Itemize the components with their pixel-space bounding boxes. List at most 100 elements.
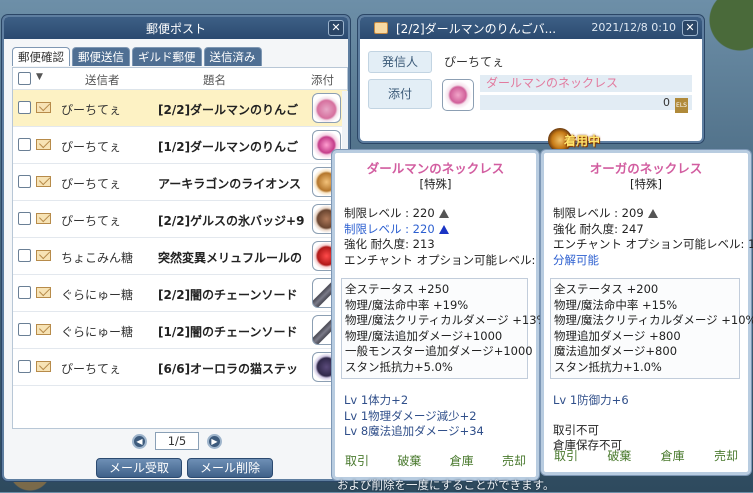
tooltip-actions: 取引 破棄 倉庫 売却 xyxy=(345,454,526,470)
row-checkbox[interactable] xyxy=(18,249,31,262)
storage-action[interactable]: 倉庫 xyxy=(661,449,685,465)
table-row[interactable]: ぴーちてぇ [2/2]ダールマンのりんご xyxy=(13,90,347,127)
table-row[interactable]: ちょこみん糖 突然変異メリュフルールの xyxy=(13,238,347,275)
row-checkbox[interactable] xyxy=(18,212,31,225)
tab-guild-mail[interactable]: ギルド郵便 xyxy=(132,47,202,66)
reinforce-durability: 強化 耐久度: 247 xyxy=(553,221,644,236)
next-page-icon[interactable]: ▶ xyxy=(207,433,222,449)
stat-line: スタン抵抗力+5.0% xyxy=(345,359,453,374)
tooltip-item-name: ダールマンのネックレス xyxy=(366,161,505,176)
pink-necklace-icon[interactable] xyxy=(312,93,341,123)
enchant-level: エンチャント オプション可能レベル: 12 xyxy=(553,237,753,251)
envelope-icon xyxy=(36,139,51,150)
row-checkbox[interactable] xyxy=(18,138,31,151)
header-subject: 題名 xyxy=(203,73,226,87)
potential-line: Lv 1防御力+6 xyxy=(553,393,629,407)
stat-line: 物理/魔法クリティカルダメージ +13% xyxy=(345,313,548,327)
table-row[interactable]: ぴーちてぇ [2/2]ゲルスの氷バッジ+9 xyxy=(13,201,347,238)
header-attach: 添付 xyxy=(311,73,334,87)
reinforce-durability: 強化 耐久度: 213 xyxy=(344,237,435,251)
row-sender: ぴーちてぇ xyxy=(61,214,122,228)
table-row[interactable]: ぴーちてぇ アーキラゴンのライオンス xyxy=(13,164,347,201)
envelope-icon xyxy=(36,250,51,261)
envelope-icon xyxy=(374,22,388,34)
table-row[interactable]: ぴーちてぇ [1/2]ダールマンのりんご xyxy=(13,127,347,164)
row-subject: アーキラゴンのライオンス xyxy=(158,177,302,191)
tooltip-item-class: [特殊] xyxy=(419,176,452,191)
row-checkbox[interactable] xyxy=(18,101,31,114)
detail-sender: ぴーちてぇ xyxy=(444,55,505,69)
stat-box: 全ステータス +250 物理/魔法命中率 +19% 物理/魔法クリティカルダメー… xyxy=(341,278,548,379)
envelope-icon xyxy=(36,102,51,113)
equipped-badge: 着用中 xyxy=(548,128,620,152)
mail-list-header: ▼ 送信者 題名 添付 xyxy=(13,68,347,90)
row-subject: [2/2]ゲルスの氷バッジ+9 xyxy=(158,214,305,228)
sort-arrow-icon[interactable]: ▼ xyxy=(36,72,43,82)
equipped-label: 着用中 xyxy=(564,134,601,148)
table-row[interactable]: ぐらにゅー糖 [2/2]闇のチェーンソード xyxy=(13,275,347,312)
discard-action[interactable]: 破棄 xyxy=(397,454,421,470)
tooltip-item-class: [特殊] xyxy=(630,176,662,191)
table-row[interactable]: ぴーちてぇ [6/6]オーロラの猫ステッ xyxy=(13,349,347,386)
tab-check-mail[interactable]: 郵便確認 xyxy=(12,47,70,66)
envelope-icon xyxy=(36,287,51,298)
row-checkbox[interactable] xyxy=(18,360,31,373)
tab-send-mail[interactable]: 郵便送信 xyxy=(72,47,130,66)
tooltip-actions: 取引 破棄 倉庫 売却 xyxy=(554,449,738,465)
detail-timestamp: 2021/12/8 0:10 xyxy=(591,21,676,34)
row-sender: ぴーちてぇ xyxy=(61,103,122,117)
pagination: ◀ 1/5 ▶ xyxy=(132,432,222,450)
mailbox-titlebar[interactable]: 郵便ポスト ✕ xyxy=(4,17,348,39)
hint-text: および削除を一度にすることができます。 xyxy=(337,478,555,492)
trade-restriction: 取引不可 xyxy=(553,422,599,437)
row-subject: [2/2]ダールマンのりんご xyxy=(158,103,299,117)
envelope-icon xyxy=(36,213,51,224)
disassemble-status: 分解可能 xyxy=(553,252,599,267)
mail-detail-window: [2/2]ダールマンのりんごバ... 2021/12/8 0:10 ✕ 発信人 … xyxy=(358,15,704,143)
item-tooltip-right: オーガのネックレス [特殊] 制限レベル : 209 強化 耐久度: 247 エ… xyxy=(541,150,753,475)
header-sender: 送信者 xyxy=(85,73,120,87)
necklace-icon[interactable] xyxy=(442,79,474,111)
potential-line: Lv 8魔法追加ダメージ+34 xyxy=(344,424,484,438)
envelope-icon xyxy=(36,324,51,335)
discard-action[interactable]: 破棄 xyxy=(607,449,631,465)
mailbox-window: 郵便ポスト ✕ 郵便確認 郵便送信 ギルド郵便 送信済み ▼ 送信者 題名 添付… xyxy=(2,15,350,481)
mail-list: ▼ 送信者 題名 添付 ぴーちてぇ [2/2]ダールマンのりんご ぴーちてぇ [1/2… xyxy=(12,67,348,429)
els-icon: ELS xyxy=(675,98,688,113)
enchant-level: エンチャント オプション可能レベル: 12 xyxy=(344,252,554,267)
trade-action[interactable]: 取引 xyxy=(345,454,369,470)
detail-titlebar[interactable]: [2/2]ダールマンのりんごバ... 2021/12/8 0:10 ✕ xyxy=(360,17,702,39)
row-subject: [1/2]闇のチェーンソード xyxy=(158,325,298,339)
close-icon[interactable]: ✕ xyxy=(682,20,698,36)
row-checkbox[interactable] xyxy=(18,175,31,188)
close-icon[interactable]: ✕ xyxy=(328,20,344,36)
stat-line: スタン抵抗力+1.0% xyxy=(554,359,662,374)
sender-label: 発信人 xyxy=(368,51,432,73)
row-sender: ぐらにゅー糖 xyxy=(61,288,134,302)
select-all-checkbox[interactable] xyxy=(18,72,31,85)
envelope-icon xyxy=(36,361,51,372)
delete-mail-button[interactable]: メール削除 xyxy=(187,458,274,478)
sell-action[interactable]: 売却 xyxy=(714,449,738,465)
level-requirement-2: 制限レベル : 220 xyxy=(344,221,435,236)
row-checkbox[interactable] xyxy=(18,323,31,336)
stat-line: 物理/魔法命中率 +15% xyxy=(554,297,678,312)
trade-action[interactable]: 取引 xyxy=(554,449,578,465)
row-subject: [1/2]ダールマンのりんご xyxy=(158,140,299,154)
tab-sent[interactable]: 送信済み xyxy=(203,47,262,66)
envelope-icon xyxy=(36,176,51,187)
page-indicator: 1/5 xyxy=(155,432,199,450)
sell-action[interactable]: 売却 xyxy=(502,454,526,470)
row-checkbox[interactable] xyxy=(18,286,31,299)
table-row[interactable]: ぐらにゅー糖 [1/2]闇のチェーンソード xyxy=(13,312,347,349)
row-sender: ぐらにゅー糖 xyxy=(61,325,134,339)
stat-line: 物理/魔法クリティカルダメージ +10% xyxy=(554,313,753,327)
up-triangle-icon xyxy=(438,209,449,218)
stat-line: 物理追加ダメージ +800 xyxy=(554,328,681,343)
prev-page-icon[interactable]: ◀ xyxy=(132,433,147,449)
item-tooltip-left: ダールマンのネックレス [特殊] 制限レベル : 220 制限レベル : 220… xyxy=(332,150,554,480)
row-subject: [2/2]闇のチェーンソード xyxy=(158,288,298,302)
storage-action[interactable]: 倉庫 xyxy=(450,454,474,470)
receive-mail-button[interactable]: メール受取 xyxy=(96,458,183,478)
level-requirement: 制限レベル : 220 xyxy=(344,206,435,220)
